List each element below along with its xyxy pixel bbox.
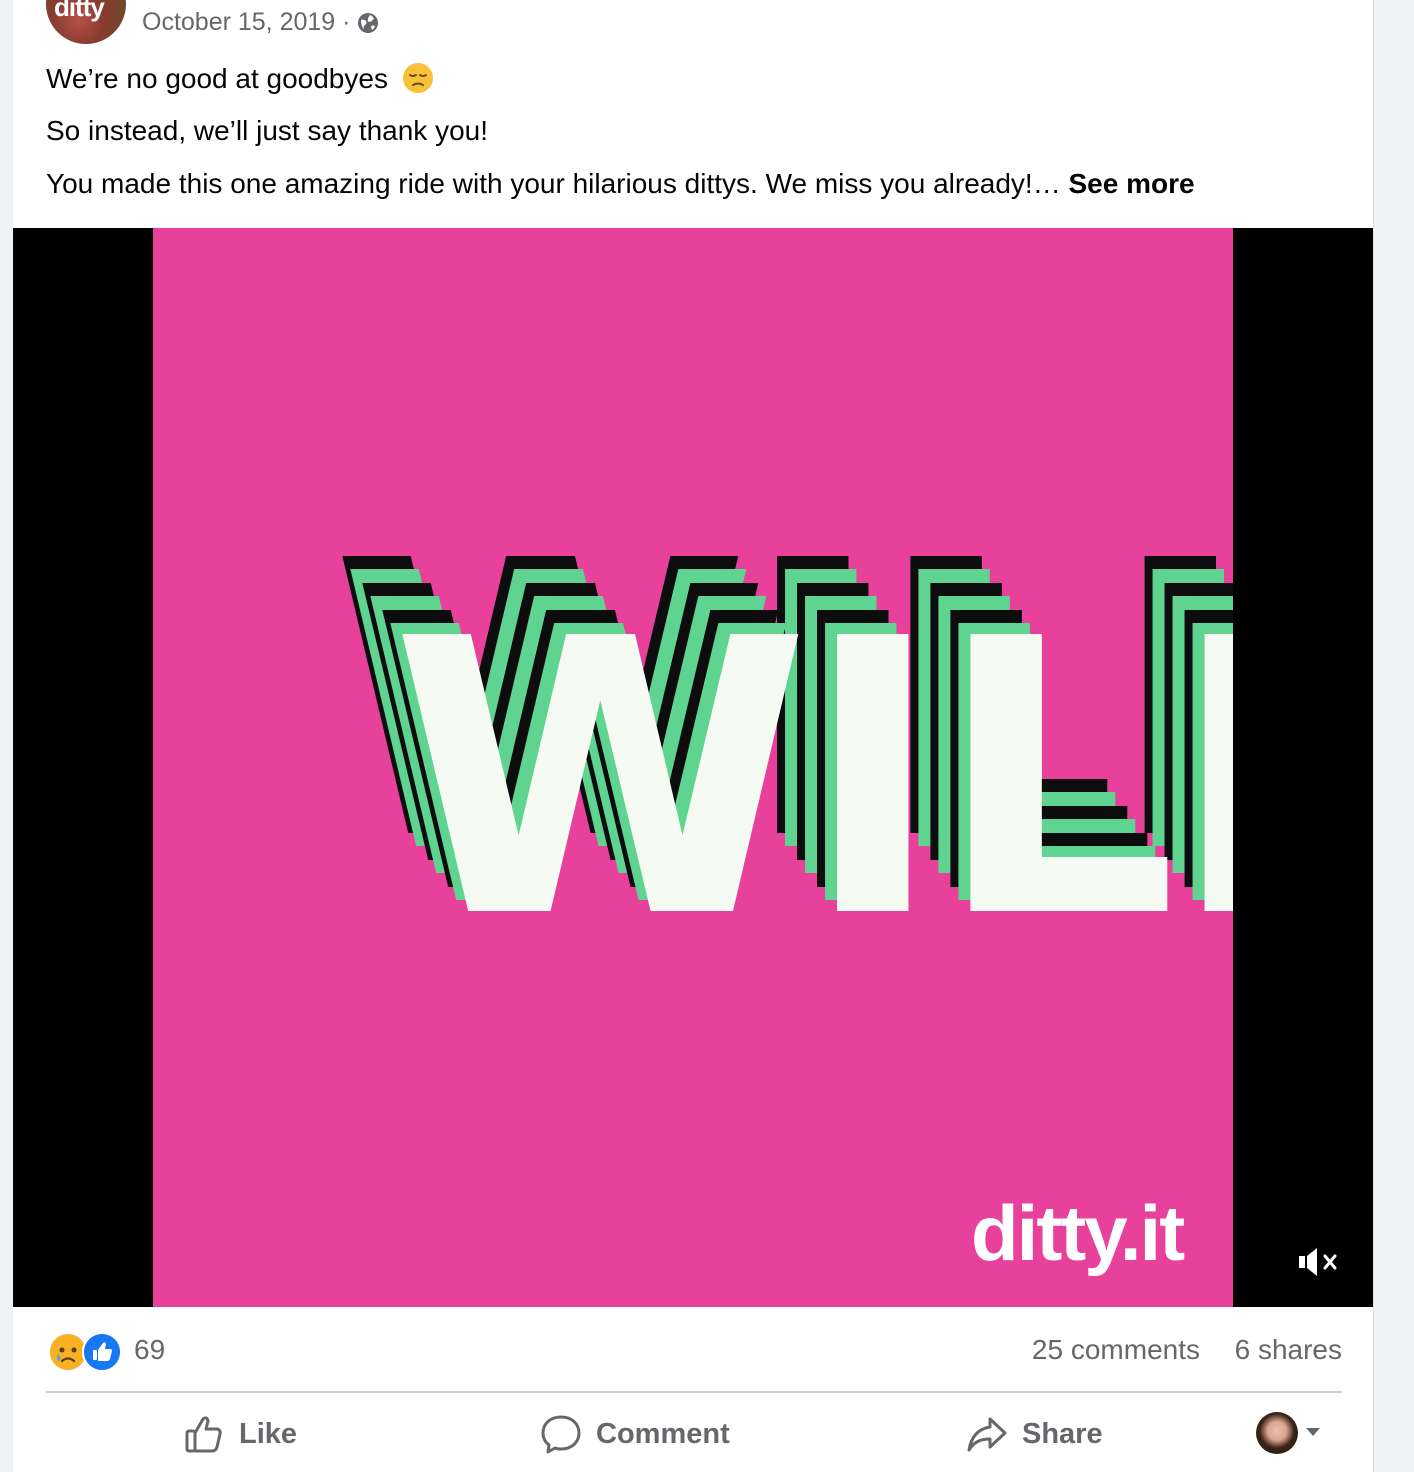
comment-button[interactable]: Comment [540, 1405, 730, 1463]
post-timestamp-row: October 15, 2019 · [142, 8, 380, 37]
thumbs-up-icon [185, 1416, 222, 1453]
video-player[interactable]: WILL WILL WILL WILL WILL WILL WILL ditty… [13, 228, 1373, 1307]
post-text-line-1: We’re no good at goodbyes [46, 62, 434, 95]
video-big-word: WILL WILL WILL WILL WILL WILL WILL [331, 480, 1233, 1001]
post-text-line-2: So instead, we’ll just say thank you! [46, 115, 488, 147]
profile-selector[interactable] [1256, 1412, 1320, 1456]
chevron-down-icon [1306, 1428, 1320, 1436]
pensive-face-emoji [402, 63, 433, 93]
video-watermark: ditty.it [971, 1189, 1185, 1277]
share-icon [967, 1417, 1007, 1452]
user-avatar [1256, 1412, 1298, 1454]
comment-label: Comment [596, 1417, 730, 1450]
post-text-3: You made this one amazing ride with your… [46, 168, 1061, 199]
post-text-line-3: You made this one amazing ride with your… [46, 168, 1195, 200]
post-text-1: We’re no good at goodbyes [46, 63, 388, 94]
like-button[interactable]: Like [183, 1405, 297, 1463]
page-avatar-logo: ditty [54, 0, 105, 22]
see-more-link[interactable]: See more [1068, 168, 1194, 199]
shares-count[interactable]: 6 shares [1235, 1334, 1342, 1366]
divider [46, 1391, 1342, 1393]
comment-icon [541, 1415, 581, 1454]
post-text-2: So instead, we’ll just say thank you! [46, 115, 489, 146]
comments-count[interactable]: 25 comments [1032, 1334, 1200, 1366]
reaction-count[interactable]: 69 [134, 1334, 165, 1366]
like-label: Like [239, 1417, 298, 1450]
more-options-icon[interactable] [1285, 0, 1325, 4]
front-word: WILL [391, 558, 1233, 1001]
globe-icon [358, 12, 379, 33]
video-frame[interactable]: WILL WILL WILL WILL WILL WILL WILL ditty… [153, 228, 1233, 1307]
share-label: Share [1022, 1417, 1103, 1450]
post-stats-row: 69 25 comments 6 shares [46, 1330, 1342, 1372]
page-avatar[interactable]: ditty [46, 0, 126, 44]
share-button[interactable]: Share [966, 1405, 1103, 1463]
muted-speaker-icon[interactable] [1297, 1242, 1341, 1282]
reaction-icons[interactable] [46, 1330, 126, 1372]
post-date[interactable]: October 15, 2019 · [142, 8, 350, 37]
post-card: ditty October 15, 2019 · We’re no good a… [13, 0, 1374, 1472]
like-reaction-icon [82, 1332, 122, 1372]
